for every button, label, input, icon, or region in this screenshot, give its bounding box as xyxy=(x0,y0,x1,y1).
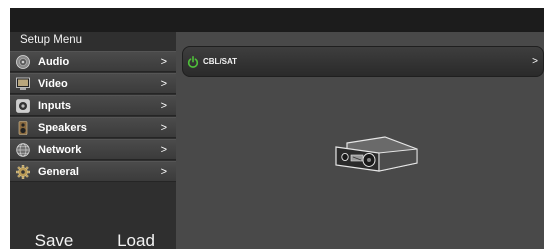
chevron-right-icon: > xyxy=(532,56,538,67)
chevron-right-icon: > xyxy=(160,100,167,112)
receiver-icon xyxy=(335,136,418,172)
setup-menu: Audio > Video > Inputs > Speakers > Netw… xyxy=(10,51,176,183)
chevron-right-icon: > xyxy=(160,166,167,178)
menu-label-audio: Audio xyxy=(38,56,70,68)
gear-icon xyxy=(16,165,30,179)
setup-sidebar: Setup Menu Audio > Video > Inputs > Spea… xyxy=(10,32,176,249)
menu-label-video: Video xyxy=(38,78,68,90)
menu-item-speakers[interactable]: Speakers > xyxy=(10,117,176,138)
speaker-icon xyxy=(16,55,30,69)
menu-label-speakers: Speakers xyxy=(38,122,87,134)
menu-label-network: Network xyxy=(38,144,82,156)
globe-icon xyxy=(16,143,30,157)
source-row-cbl-sat[interactable]: CBL/SAT > xyxy=(182,46,544,77)
monitor-icon xyxy=(16,77,30,90)
source-label: CBL/SAT xyxy=(203,57,238,66)
menu-item-network[interactable]: Network > xyxy=(10,139,176,160)
power-icon xyxy=(187,56,199,68)
chevron-right-icon: > xyxy=(160,78,167,90)
bottom-buttons: Save Load xyxy=(10,228,176,249)
chevron-right-icon: > xyxy=(160,122,167,134)
load-button[interactable]: Load xyxy=(96,228,176,249)
chevron-right-icon: > xyxy=(160,56,167,68)
top-bar xyxy=(10,8,544,32)
menu-item-video[interactable]: Video > xyxy=(10,73,176,94)
input-icon xyxy=(16,99,30,113)
menu-label-inputs: Inputs xyxy=(38,100,71,112)
menu-label-general: General xyxy=(38,166,79,178)
menu-item-general[interactable]: General > xyxy=(10,161,176,182)
menu-item-audio[interactable]: Audio > xyxy=(10,51,176,72)
save-button[interactable]: Save xyxy=(14,228,94,249)
chevron-right-icon: > xyxy=(160,144,167,156)
sidebar-title: Setup Menu xyxy=(20,34,83,46)
menu-item-inputs[interactable]: Inputs > xyxy=(10,95,176,116)
speakers-icon xyxy=(18,121,28,135)
main-panel: CBL/SAT > xyxy=(176,32,544,249)
